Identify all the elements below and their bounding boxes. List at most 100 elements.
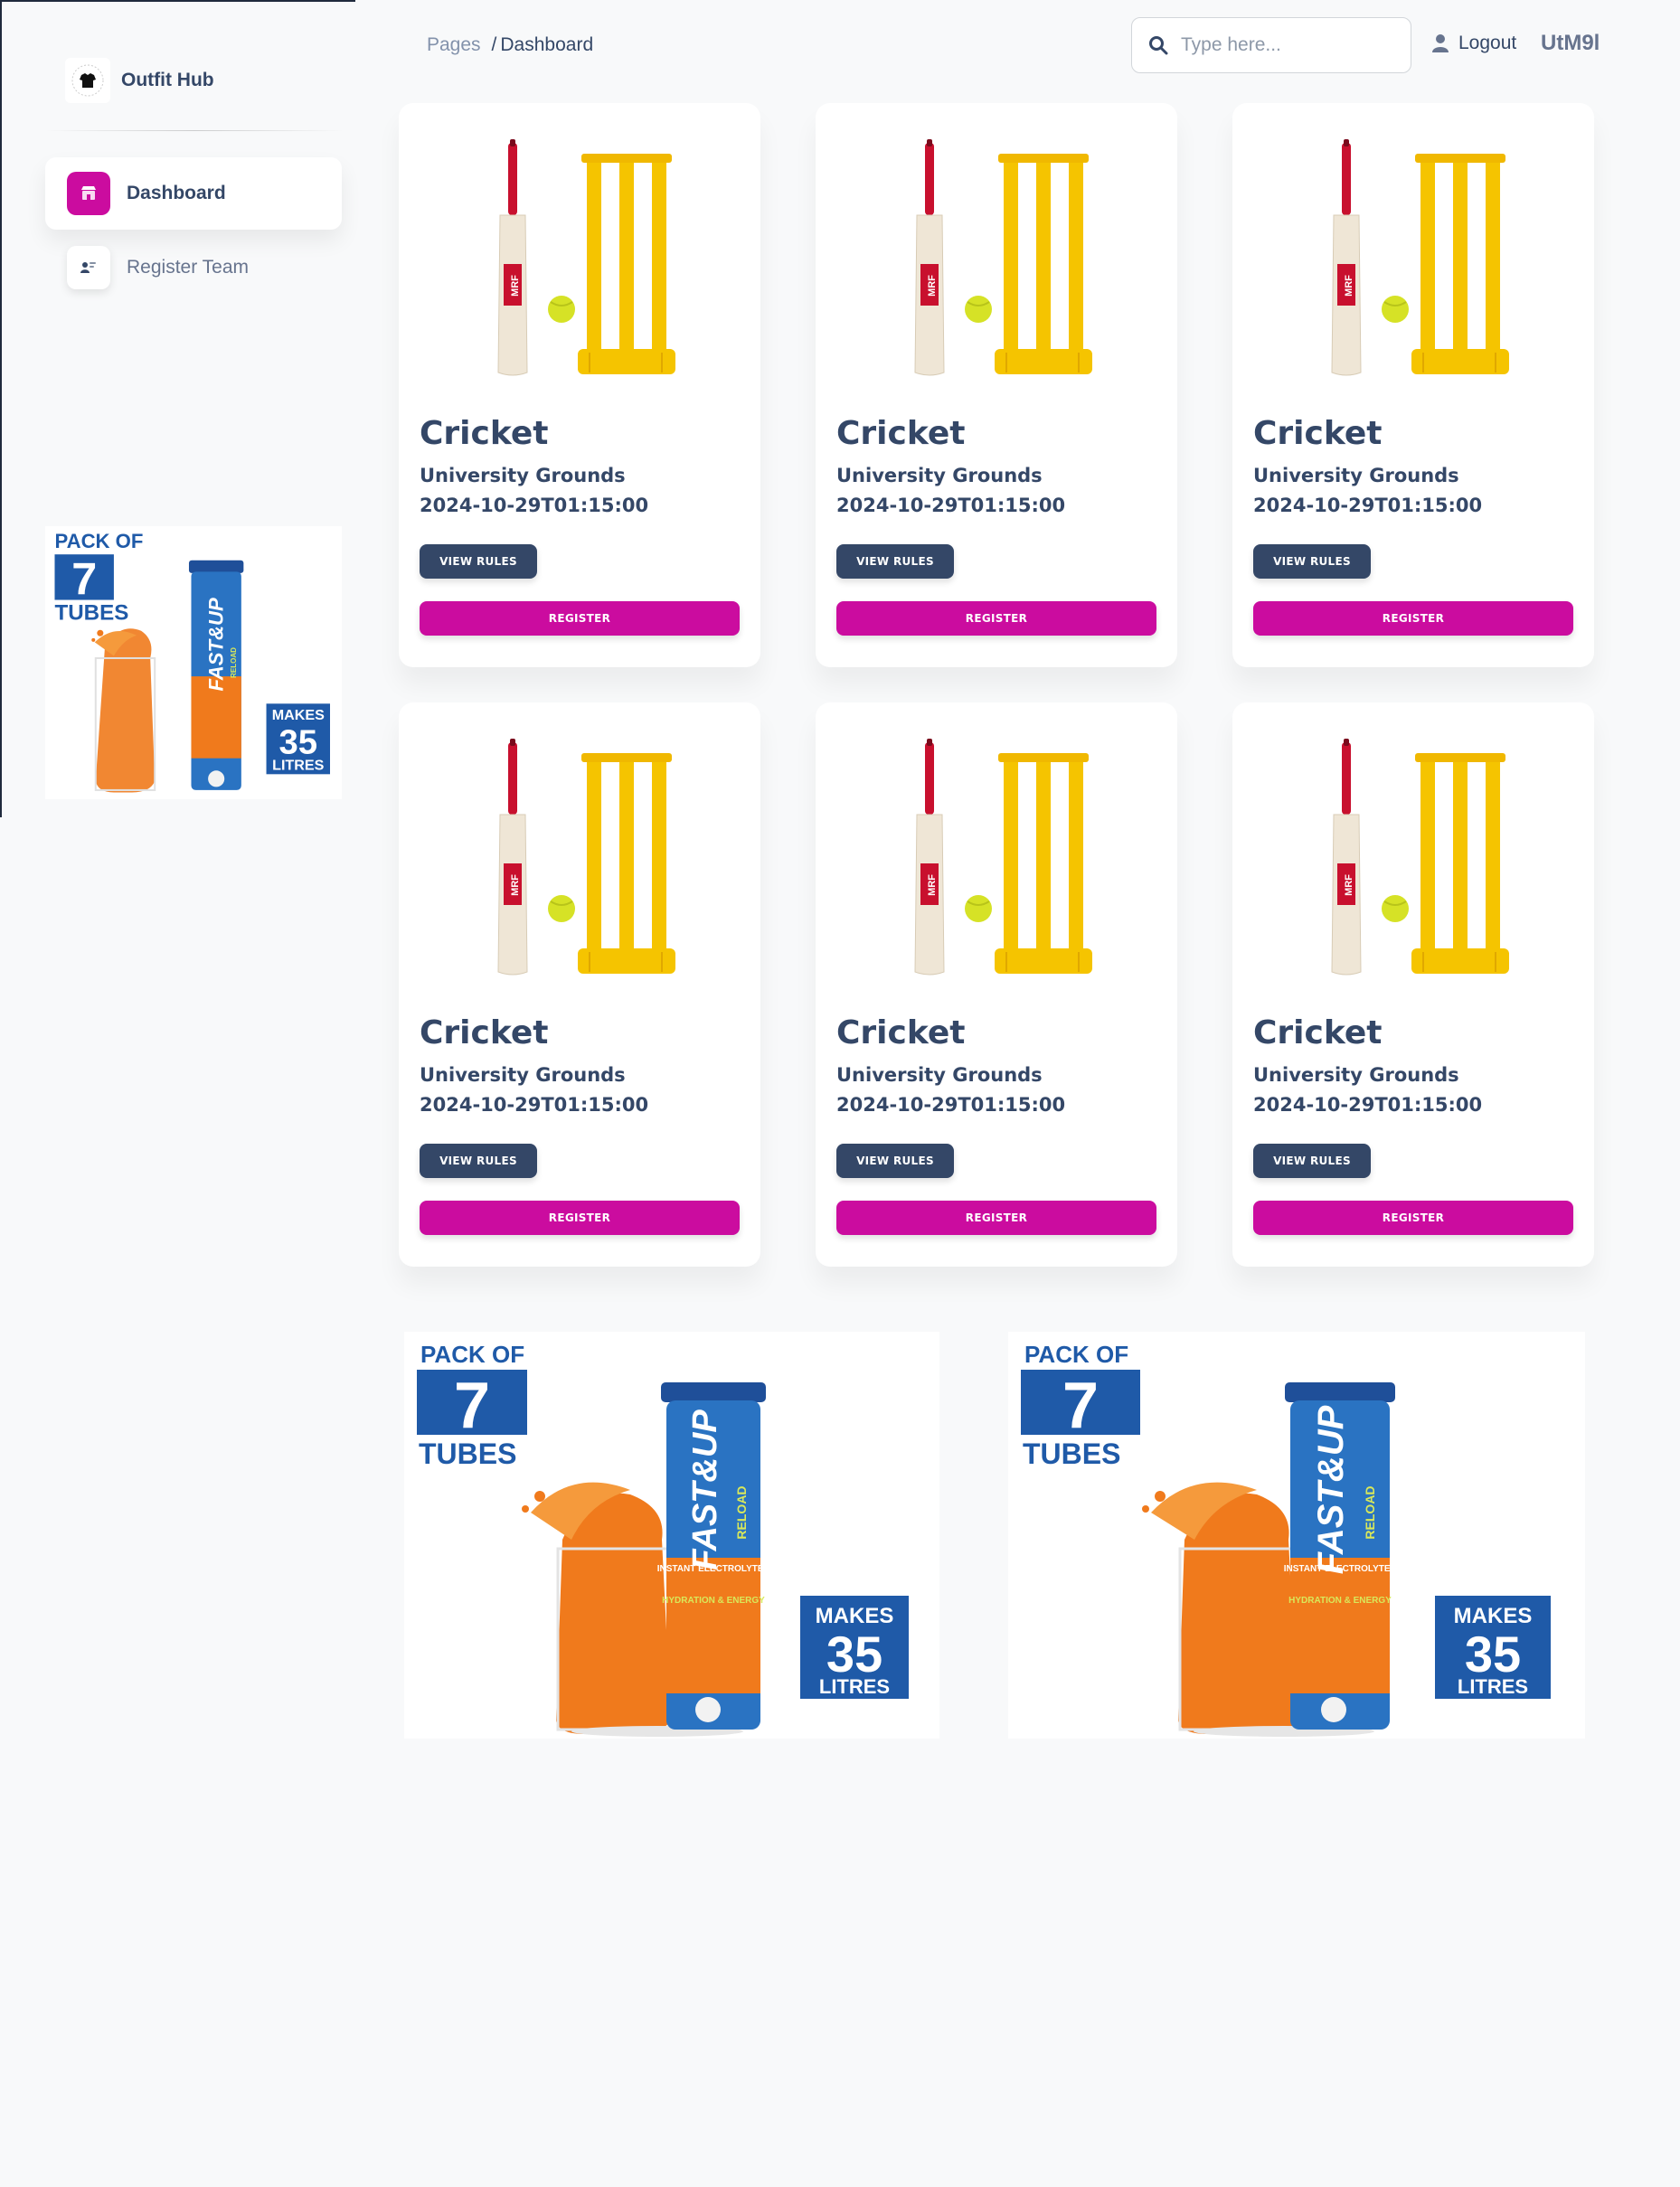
ad-pack-of: PACK OF xyxy=(420,1341,524,1368)
event-venue: University Grounds xyxy=(836,465,1043,486)
event-card-6: MRF Cricket University Grounds 2024-10-2… xyxy=(1232,702,1594,1267)
ad-count: 7 xyxy=(1062,1370,1099,1442)
event-datetime: 2024-10-29T01:15:00 xyxy=(420,495,649,516)
svg-text:MRF: MRF xyxy=(510,874,521,896)
event-card-5: MRF Cricket University Grounds 2024-10-2… xyxy=(816,702,1177,1267)
ad-banner-left[interactable]: PACK OF 7 TUBES FAST&UP RELOAD INSTANT E… xyxy=(404,1332,939,1739)
sidebar-ad-banner[interactable]: PACK OF 7 TUBES FAST&UP RELOAD MAKES 35 … xyxy=(45,526,342,799)
sidebar-divider xyxy=(45,130,344,131)
ad-tagline2: HYDRATION & ENERGY xyxy=(662,1596,765,1606)
ad-pack-of: PACK OF xyxy=(1024,1341,1128,1368)
breadcrumb-separator: / xyxy=(491,34,497,55)
ad-banner-right[interactable]: PACK OF 7 TUBES FAST&UP RELOAD INSTANT E… xyxy=(1008,1332,1585,1739)
ad-tubes: TUBES xyxy=(54,601,128,626)
team-icon xyxy=(67,246,110,289)
search-box[interactable] xyxy=(1131,17,1411,73)
svg-text:MRF: MRF xyxy=(927,275,938,297)
ad-litres-count: 35 xyxy=(1465,1626,1521,1683)
event-venue: University Grounds xyxy=(420,465,626,486)
view-rules-button[interactable]: VIEW RULES xyxy=(420,544,537,579)
event-card-1: MRF Cricket University Grounds 2024-10-2… xyxy=(399,103,760,667)
event-title: Cricket xyxy=(836,415,966,452)
register-button[interactable]: REGISTER xyxy=(1253,1201,1573,1235)
ad-tagline: INSTANT ELECTROLYTES xyxy=(657,1564,770,1574)
event-card-4: MRF Cricket University Grounds 2024-10-2… xyxy=(399,702,760,1267)
register-button[interactable]: REGISTER xyxy=(1253,601,1573,636)
event-title: Cricket xyxy=(420,415,549,452)
svg-text:MRF: MRF xyxy=(1344,275,1354,297)
svg-text:MRF: MRF xyxy=(927,874,938,896)
brand-logo xyxy=(65,58,110,103)
ad-brand: FAST&UP xyxy=(1311,1405,1351,1574)
event-datetime: 2024-10-29T01:15:00 xyxy=(836,495,1066,516)
event-datetime: 2024-10-29T01:15:00 xyxy=(1253,1094,1483,1116)
view-rules-button[interactable]: VIEW RULES xyxy=(420,1144,537,1178)
view-rules-button[interactable]: VIEW RULES xyxy=(836,544,954,579)
ad-tubes: TUBES xyxy=(419,1438,516,1470)
ad-litres: LITRES xyxy=(272,757,324,773)
ad-makes: MAKES xyxy=(1454,1604,1533,1628)
event-venue: University Grounds xyxy=(836,1064,1043,1086)
event-card-2: MRF Cricket University Grounds 2024-10-2… xyxy=(816,103,1177,667)
cricket-equipment-image: MRF xyxy=(1331,139,1509,376)
ad-litres-count: 35 xyxy=(826,1626,882,1683)
search-input[interactable] xyxy=(1181,34,1398,56)
event-card-3: MRF Cricket University Grounds 2024-10-2… xyxy=(1232,103,1594,667)
ad-sub-brand: RELOAD xyxy=(230,647,238,678)
ad-tagline: INSTANT ELECTROLYTES xyxy=(1284,1564,1397,1574)
cricket-equipment-image: MRF xyxy=(497,739,675,976)
breadcrumb-current: Dashboard xyxy=(500,34,594,55)
logout-label: Logout xyxy=(1458,33,1517,53)
sidebar-item-label: Dashboard xyxy=(127,183,226,203)
ad-image: PACK OF 7 TUBES FAST&UP RELOAD INSTANT E… xyxy=(1008,1332,1585,1739)
cricket-equipment-image: MRF xyxy=(497,139,675,376)
sidebar-item-label: Register Team xyxy=(127,257,250,278)
breadcrumb-pages-link[interactable]: Pages xyxy=(427,34,481,55)
event-datetime: 2024-10-29T01:15:00 xyxy=(1253,495,1483,516)
ad-pack-of: PACK OF xyxy=(54,530,143,552)
user-icon xyxy=(1432,34,1449,52)
sidebar-item-register-team[interactable]: Register Team xyxy=(45,231,342,304)
cricket-equipment-image: MRF xyxy=(1331,739,1509,976)
event-venue: University Grounds xyxy=(420,1064,626,1086)
svg-text:MRF: MRF xyxy=(510,275,521,297)
ad-brand: FAST&UP xyxy=(686,1409,724,1570)
ad-makes: MAKES xyxy=(272,707,325,723)
svg-text:MRF: MRF xyxy=(1344,874,1354,896)
view-rules-button[interactable]: VIEW RULES xyxy=(1253,544,1371,579)
event-title: Cricket xyxy=(1253,415,1383,452)
view-rules-button[interactable]: VIEW RULES xyxy=(836,1144,954,1178)
ad-tubes: TUBES xyxy=(1023,1438,1120,1470)
cricket-equipment-image: MRF xyxy=(914,739,1092,976)
register-button[interactable]: REGISTER xyxy=(836,601,1156,636)
event-venue: University Grounds xyxy=(1253,465,1459,486)
ad-litres-count: 35 xyxy=(278,723,317,762)
ad-litres: LITRES xyxy=(1458,1675,1528,1698)
sidebar: Outfit Hub Dashboard Register Team PACK xyxy=(0,0,355,817)
ad-sub-brand: RELOAD xyxy=(734,1485,749,1539)
event-datetime: 2024-10-29T01:15:00 xyxy=(836,1094,1066,1116)
ad-image: PACK OF 7 TUBES FAST&UP RELOAD MAKES 35 … xyxy=(45,526,342,799)
logout-button[interactable]: Logout xyxy=(1431,33,1516,54)
username: UtM9l xyxy=(1541,31,1600,55)
ad-litres: LITRES xyxy=(819,1675,890,1698)
shop-icon xyxy=(67,172,110,215)
brand[interactable]: Outfit Hub xyxy=(65,58,214,103)
ad-sub-brand: RELOAD xyxy=(1363,1485,1377,1539)
event-title: Cricket xyxy=(420,1014,549,1051)
ad-image: PACK OF 7 TUBES FAST&UP RELOAD INSTANT E… xyxy=(404,1332,939,1739)
ad-tagline2: HYDRATION & ENERGY xyxy=(1288,1596,1392,1606)
ad-brand: FAST&UP xyxy=(205,598,228,691)
breadcrumb: Pages / Dashboard xyxy=(427,34,593,56)
register-button[interactable]: REGISTER xyxy=(836,1201,1156,1235)
view-rules-button[interactable]: VIEW RULES xyxy=(1253,1144,1371,1178)
event-venue: University Grounds xyxy=(1253,1064,1459,1086)
register-button[interactable]: REGISTER xyxy=(420,1201,740,1235)
event-title: Cricket xyxy=(836,1014,966,1051)
ad-count: 7 xyxy=(71,553,97,605)
search-icon xyxy=(1149,36,1168,55)
brand-name: Outfit Hub xyxy=(121,70,214,90)
register-button[interactable]: REGISTER xyxy=(420,601,740,636)
event-datetime: 2024-10-29T01:15:00 xyxy=(420,1094,649,1116)
sidebar-item-dashboard[interactable]: Dashboard xyxy=(45,157,342,230)
